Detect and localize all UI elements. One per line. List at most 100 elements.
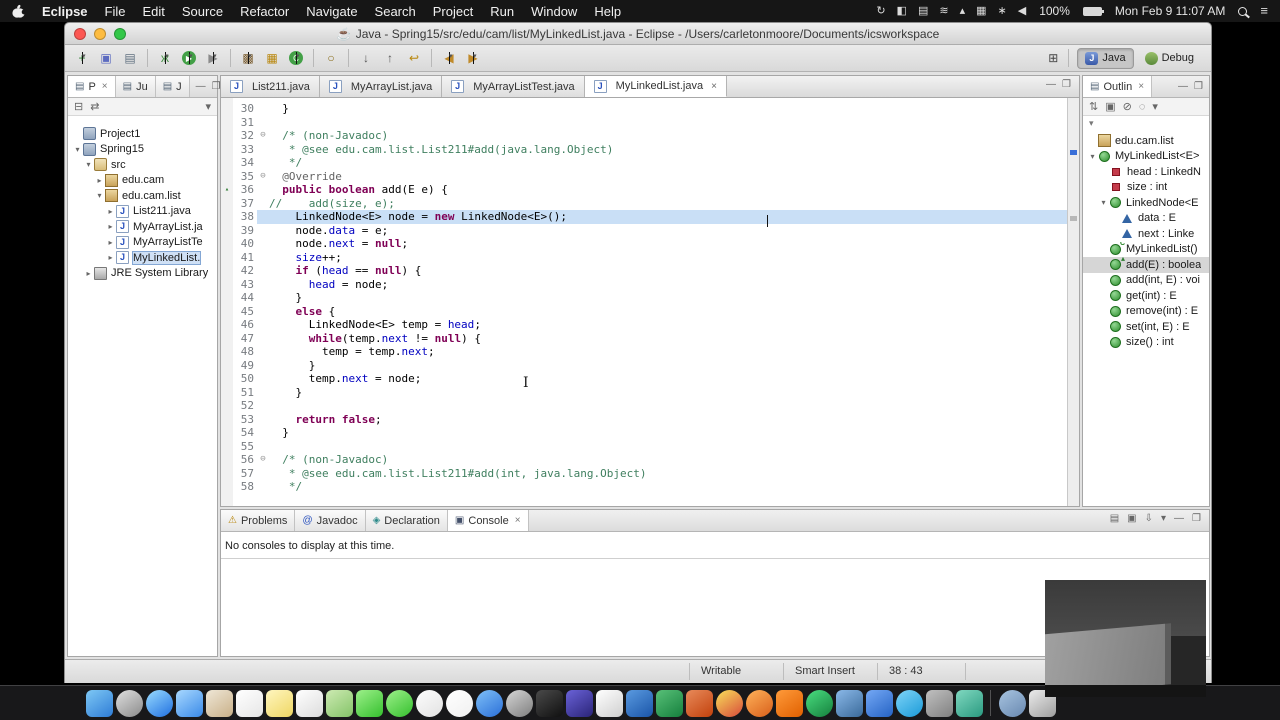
- sync-icon[interactable]: ↻: [876, 0, 885, 22]
- code-line[interactable]: ▴ 36 public boolean add(E e) {: [221, 183, 1079, 197]
- marker-bar[interactable]: [221, 467, 233, 481]
- line-number[interactable]: 40: [233, 237, 257, 251]
- menubar-item-search[interactable]: Search: [375, 4, 416, 19]
- dock-icon-downloads-folder[interactable]: [998, 689, 1026, 717]
- line-number[interactable]: 41: [233, 250, 257, 264]
- dock-icon-textedit[interactable]: [595, 689, 623, 717]
- dock-icon-chrome[interactable]: [715, 689, 743, 717]
- wifi-icon[interactable]: ≋: [939, 0, 948, 22]
- toolbar-last-edit-location-button[interactable]: ↩: [403, 48, 425, 69]
- line-number[interactable]: 51: [233, 385, 257, 399]
- sort-icon[interactable]: ⇅: [1089, 100, 1098, 113]
- expander-icon[interactable]: ▸: [83, 269, 94, 278]
- editor-minimize-icon[interactable]: —: [1046, 79, 1056, 90]
- toolbar-back-button[interactable]: ◀▾: [438, 48, 460, 69]
- line-number[interactable]: 50: [233, 372, 257, 386]
- expander-icon[interactable]: ▸: [105, 207, 116, 216]
- line-number[interactable]: 49: [233, 358, 257, 372]
- expander-icon[interactable]: ▸: [94, 176, 105, 185]
- menubar-app-name[interactable]: Eclipse: [42, 4, 88, 19]
- tab-package-explorer-1[interactable]: ▤ Ju: [115, 76, 156, 97]
- marker-bar[interactable]: [221, 413, 233, 427]
- fold-marker-icon[interactable]: ⊖: [257, 129, 269, 143]
- tab-console[interactable]: ▣ Console ×: [447, 510, 529, 531]
- code-line[interactable]: 38 LinkedNode<E> node = new LinkedNode<E…: [221, 210, 1079, 224]
- eject-icon[interactable]: ▴: [960, 0, 966, 22]
- close-icon[interactable]: ×: [515, 515, 521, 526]
- marker-bar[interactable]: [221, 453, 233, 467]
- line-number[interactable]: 55: [233, 439, 257, 453]
- package-explorer-item[interactable]: ▸ MyLinkedList.: [68, 250, 217, 266]
- code-editor[interactable]: 30 } 31 32 ⊖ /* (non-Javadoc) 33 * @see edu.…: [221, 98, 1079, 506]
- code-line[interactable]: 43 head = node;: [221, 277, 1079, 292]
- expander-icon[interactable]: ▸: [105, 222, 116, 231]
- tab-package-explorer-2[interactable]: ▤ J: [155, 76, 190, 97]
- spotlight-icon[interactable]: [1238, 6, 1248, 16]
- marker-bar[interactable]: [221, 210, 233, 224]
- code-line[interactable]: 34 */: [221, 156, 1079, 170]
- line-number[interactable]: 44: [233, 291, 257, 305]
- line-number[interactable]: 43: [233, 277, 257, 291]
- editor-tab-list211-java[interactable]: List211.java: [221, 76, 320, 97]
- marker-bar[interactable]: [221, 291, 233, 305]
- outline-item[interactable]: head : LinkedN: [1083, 164, 1209, 180]
- line-number[interactable]: 35: [233, 169, 257, 183]
- menubar-item-source[interactable]: Source: [182, 4, 223, 19]
- marker-bar[interactable]: [221, 197, 233, 211]
- collapse-all-icon[interactable]: ⊟: [74, 100, 83, 113]
- editor-tab-myarraylisttest-java[interactable]: MyArrayListTest.java: [442, 76, 585, 97]
- expander-icon[interactable]: ▾: [83, 160, 94, 169]
- expander-icon[interactable]: ▸: [105, 253, 116, 262]
- dock-icon-terminal[interactable]: [535, 689, 563, 717]
- dock-icon-itunes[interactable]: [445, 689, 473, 717]
- outline-item[interactable]: ▾ LinkedNode<E: [1083, 195, 1209, 211]
- marker-bar[interactable]: [221, 102, 233, 116]
- line-number[interactable]: 57: [233, 466, 257, 480]
- overview-ruler[interactable]: [1067, 98, 1079, 506]
- screen-mirroring-icon[interactable]: ◧: [897, 0, 907, 22]
- package-explorer-item[interactable]: ▾ edu.cam.list: [68, 188, 217, 204]
- dock-icon-powerpoint[interactable]: [685, 689, 713, 717]
- marker-bar[interactable]: [221, 305, 233, 319]
- dock-icon-contacts[interactable]: [205, 689, 233, 717]
- code-line[interactable]: 40 node.next = null;: [221, 237, 1079, 251]
- marker-bar[interactable]: [221, 170, 233, 184]
- package-explorer-item[interactable]: ▾ src: [68, 157, 217, 173]
- pin-console-icon[interactable]: ⇩: [1145, 513, 1153, 524]
- fold-marker-icon[interactable]: ⊖: [257, 453, 269, 467]
- marker-bar[interactable]: [221, 359, 233, 373]
- marker-bar[interactable]: [221, 129, 233, 143]
- line-number[interactable]: 32: [233, 129, 257, 143]
- apple-menu-icon[interactable]: [12, 4, 27, 19]
- line-number[interactable]: 38: [233, 210, 257, 224]
- marker-bar[interactable]: [221, 332, 233, 346]
- console-minimize-icon[interactable]: —: [1174, 513, 1184, 524]
- outline-item[interactable]: add(int, E) : voi: [1083, 273, 1209, 289]
- code-line[interactable]: 52: [221, 399, 1079, 413]
- dock-icon-safari[interactable]: [145, 689, 173, 717]
- line-number[interactable]: 58: [233, 480, 257, 494]
- menubar-item-project[interactable]: Project: [433, 4, 473, 19]
- code-line[interactable]: 31: [221, 115, 1079, 129]
- code-line[interactable]: 50 temp.next = node;: [221, 372, 1079, 386]
- hide-non-public-icon[interactable]: ◌: [1139, 101, 1146, 113]
- line-number[interactable]: 54: [233, 426, 257, 440]
- dock-icon-vm[interactable]: [925, 689, 953, 717]
- toolbar-print-button[interactable]: ▤: [119, 48, 141, 69]
- marker-bar[interactable]: [221, 156, 233, 170]
- code-line[interactable]: 55: [221, 439, 1079, 453]
- code-line[interactable]: 41 size++;: [221, 250, 1079, 264]
- editor-maximize-icon[interactable]: ❐: [1062, 79, 1071, 90]
- perspective-debug-button[interactable]: Debug: [1138, 48, 1201, 69]
- dock-icon-firefox[interactable]: [745, 689, 773, 717]
- outline-menu-icon[interactable]: ▾: [1152, 100, 1158, 113]
- pe-minimize-icon[interactable]: —: [196, 81, 206, 92]
- code-line[interactable]: 51 }: [221, 385, 1079, 399]
- marker-bar[interactable]: [221, 278, 233, 292]
- code-line[interactable]: 45 else {: [221, 304, 1079, 319]
- menubar-clock[interactable]: Mon Feb 9 11:07 AM: [1115, 4, 1226, 18]
- marker-bar[interactable]: [221, 480, 233, 494]
- volume-icon[interactable]: ◀: [1018, 0, 1026, 22]
- open-perspective-icon[interactable]: ⊞: [1048, 51, 1058, 65]
- outline-maximize-icon[interactable]: ❐: [1194, 81, 1203, 92]
